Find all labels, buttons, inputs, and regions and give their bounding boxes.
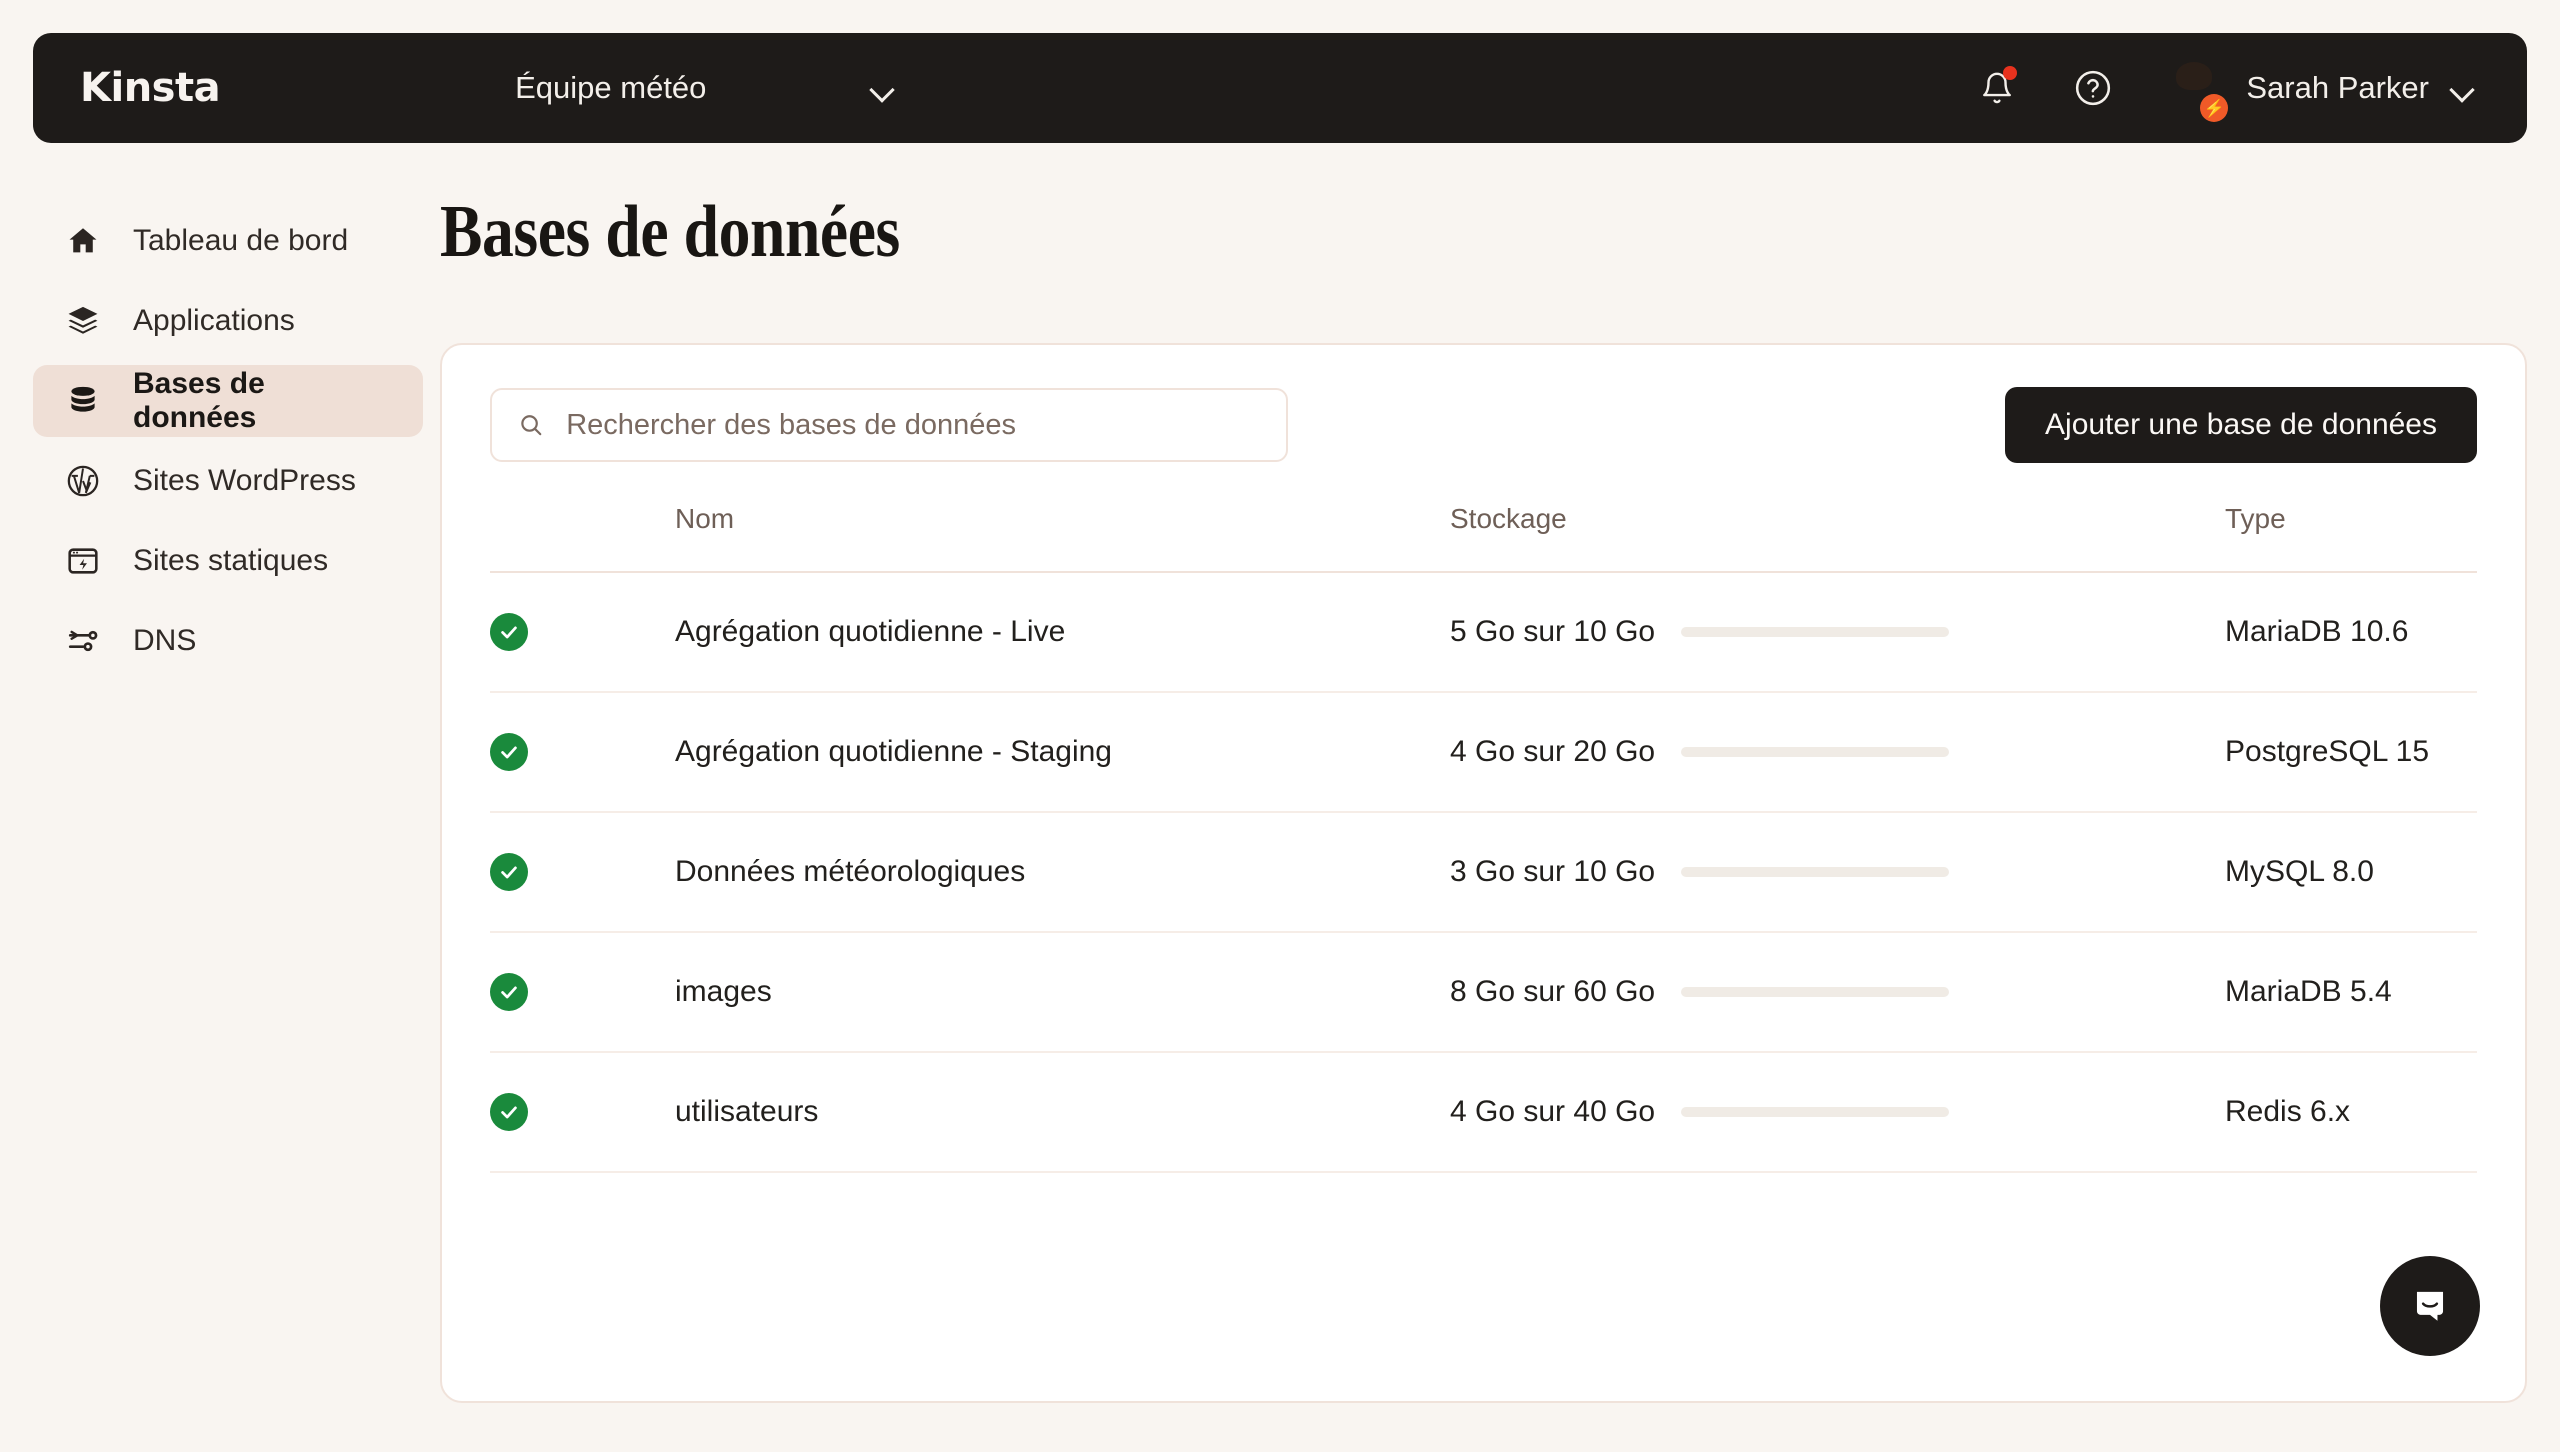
row-status-cell bbox=[490, 1052, 675, 1173]
dns-icon bbox=[63, 621, 103, 661]
storage-label: 5 Go sur 10 Go bbox=[1450, 615, 1656, 648]
sidebar-item-label: DNS bbox=[133, 624, 197, 657]
layers-icon bbox=[63, 301, 103, 341]
table-header-row: Nom Stockage Type bbox=[490, 503, 2477, 573]
team-selector[interactable]: Équipe météo bbox=[515, 70, 897, 106]
sidebar-item-wordpress-sites[interactable]: Sites WordPress bbox=[33, 445, 423, 517]
storage-label: 4 Go sur 20 Go bbox=[1450, 735, 1656, 768]
table-row[interactable]: utilisateurs 4 Go sur 40 Go Redis 6.x bbox=[490, 1052, 2477, 1173]
check-circle-icon bbox=[490, 733, 528, 771]
search-input[interactable] bbox=[566, 408, 1260, 442]
avatar: ⚡ bbox=[2164, 58, 2229, 122]
row-name-cell: Données météorologiques bbox=[675, 812, 1450, 933]
row-type-cell: MySQL 8.0 bbox=[2225, 812, 2477, 933]
row-type-cell: MariaDB 5.4 bbox=[2225, 932, 2477, 1053]
check-circle-icon bbox=[490, 613, 528, 651]
team-selector-label: Équipe météo bbox=[515, 70, 707, 105]
table-row[interactable]: Données météorologiques 3 Go sur 10 Go MyS… bbox=[490, 812, 2477, 933]
row-status-cell bbox=[490, 812, 675, 933]
sidebar-item-label: Sites WordPress bbox=[133, 464, 356, 497]
sidebar-item-dns[interactable]: DNS bbox=[33, 605, 423, 677]
column-header-status bbox=[490, 503, 675, 573]
row-status-cell bbox=[490, 932, 675, 1053]
help-button[interactable] bbox=[2068, 63, 2118, 113]
app-root: Kinsta Équipe météo ⚡ Sarah Parker Table… bbox=[0, 0, 2560, 1452]
database-icon bbox=[63, 381, 103, 421]
search-icon bbox=[521, 415, 542, 436]
table-header: Nom Stockage Type bbox=[490, 503, 2477, 573]
databases-card: Ajouter une base de données Nom Stockage… bbox=[440, 343, 2527, 1403]
sidebar-item-label: Tableau de bord bbox=[133, 224, 349, 257]
top-bar: Kinsta Équipe météo ⚡ Sarah Parker bbox=[33, 33, 2527, 143]
chevron-down-icon bbox=[2451, 81, 2477, 95]
check-circle-icon bbox=[490, 1093, 528, 1131]
storage-progress-bar bbox=[1681, 987, 1950, 997]
storage-label: 4 Go sur 40 Go bbox=[1450, 1095, 1656, 1128]
row-storage-cell: 3 Go sur 10 Go bbox=[1450, 812, 2225, 933]
column-header-name: Nom bbox=[675, 503, 1450, 573]
table-row[interactable]: Agrégation quotidienne - Live 5 Go sur 10… bbox=[490, 572, 2477, 693]
row-storage-cell: 8 Go sur 60 Go bbox=[1450, 932, 2225, 1053]
row-name-cell: images bbox=[675, 932, 1450, 1053]
wordpress-icon bbox=[63, 461, 103, 501]
row-storage-cell: 4 Go sur 20 Go bbox=[1450, 692, 2225, 813]
notification-badge bbox=[2003, 66, 2018, 80]
storage-progress-bar bbox=[1681, 747, 1950, 757]
table-row[interactable]: images 8 Go sur 60 Go MariaDB 5.4 bbox=[490, 932, 2477, 1053]
home-icon bbox=[63, 221, 103, 261]
sidebar-item-label: Bases de données bbox=[133, 367, 265, 434]
column-header-type: Type bbox=[2225, 503, 2477, 573]
row-storage-cell: 4 Go sur 40 Go bbox=[1450, 1052, 2225, 1173]
static-site-icon bbox=[63, 541, 103, 581]
row-status-cell bbox=[490, 692, 675, 813]
sidebar-item-static-sites[interactable]: Sites statiques bbox=[33, 525, 423, 597]
storage-progress-bar bbox=[1681, 627, 1950, 637]
storage-progress-bar bbox=[1681, 1107, 1950, 1117]
row-type-cell: Redis 6.x bbox=[2225, 1052, 2477, 1173]
page-title: Bases de données bbox=[440, 191, 900, 273]
main-content: Bases de données Ajouter une base de don… bbox=[440, 190, 2527, 1403]
row-name-cell: Agrégation quotidienne - Staging bbox=[675, 692, 1450, 813]
check-circle-icon bbox=[490, 853, 528, 891]
sidebar-item-label: Sites statiques bbox=[133, 544, 329, 577]
chat-bubble-icon bbox=[2416, 1291, 2444, 1321]
kinsta-logo[interactable]: Kinsta bbox=[80, 65, 221, 111]
sidebar-item-dashboard[interactable]: Tableau de bord bbox=[33, 205, 423, 277]
help-circle-icon bbox=[2076, 70, 2111, 106]
sidebar-item-label: Applications bbox=[133, 304, 295, 337]
databases-table: Nom Stockage Type Agrégation quotidienne… bbox=[490, 503, 2477, 1173]
card-toolbar: Ajouter une base de données bbox=[490, 387, 2477, 463]
search-box[interactable] bbox=[490, 388, 1288, 462]
notifications-button[interactable] bbox=[1972, 63, 2022, 113]
lightning-bolt-icon: ⚡ bbox=[2200, 94, 2229, 122]
user-name: Sarah Parker bbox=[2246, 70, 2429, 105]
chat-widget-button[interactable] bbox=[2380, 1256, 2480, 1356]
chevron-down-icon bbox=[871, 81, 897, 95]
row-name-cell: Agrégation quotidienne - Live bbox=[675, 572, 1450, 693]
top-bar-actions: ⚡ Sarah Parker bbox=[1972, 58, 2477, 122]
storage-progress-bar bbox=[1681, 867, 1950, 877]
sidebar-item-applications[interactable]: Applications bbox=[33, 285, 423, 357]
sidebar-item-databases[interactable]: Bases de données bbox=[33, 365, 423, 437]
table-body: Agrégation quotidienne - Live 5 Go sur 10… bbox=[490, 572, 2477, 1173]
storage-label: 3 Go sur 10 Go bbox=[1450, 855, 1656, 888]
add-database-button[interactable]: Ajouter une base de données bbox=[2005, 387, 2477, 463]
row-type-cell: MariaDB 10.6 bbox=[2225, 572, 2477, 693]
column-header-storage: Stockage bbox=[1450, 503, 2225, 573]
row-name-cell: utilisateurs bbox=[675, 1052, 1450, 1173]
user-menu[interactable]: ⚡ Sarah Parker bbox=[2164, 58, 2477, 122]
table-row[interactable]: Agrégation quotidienne - Staging 4 Go sur… bbox=[490, 692, 2477, 813]
check-circle-icon bbox=[490, 973, 528, 1011]
storage-label: 8 Go sur 60 Go bbox=[1450, 975, 1656, 1008]
sidebar: Tableau de bord Applications Bases de do… bbox=[33, 205, 423, 685]
row-status-cell bbox=[490, 572, 675, 693]
row-storage-cell: 5 Go sur 10 Go bbox=[1450, 572, 2225, 693]
row-type-cell: PostgreSQL 15 bbox=[2225, 692, 2477, 813]
